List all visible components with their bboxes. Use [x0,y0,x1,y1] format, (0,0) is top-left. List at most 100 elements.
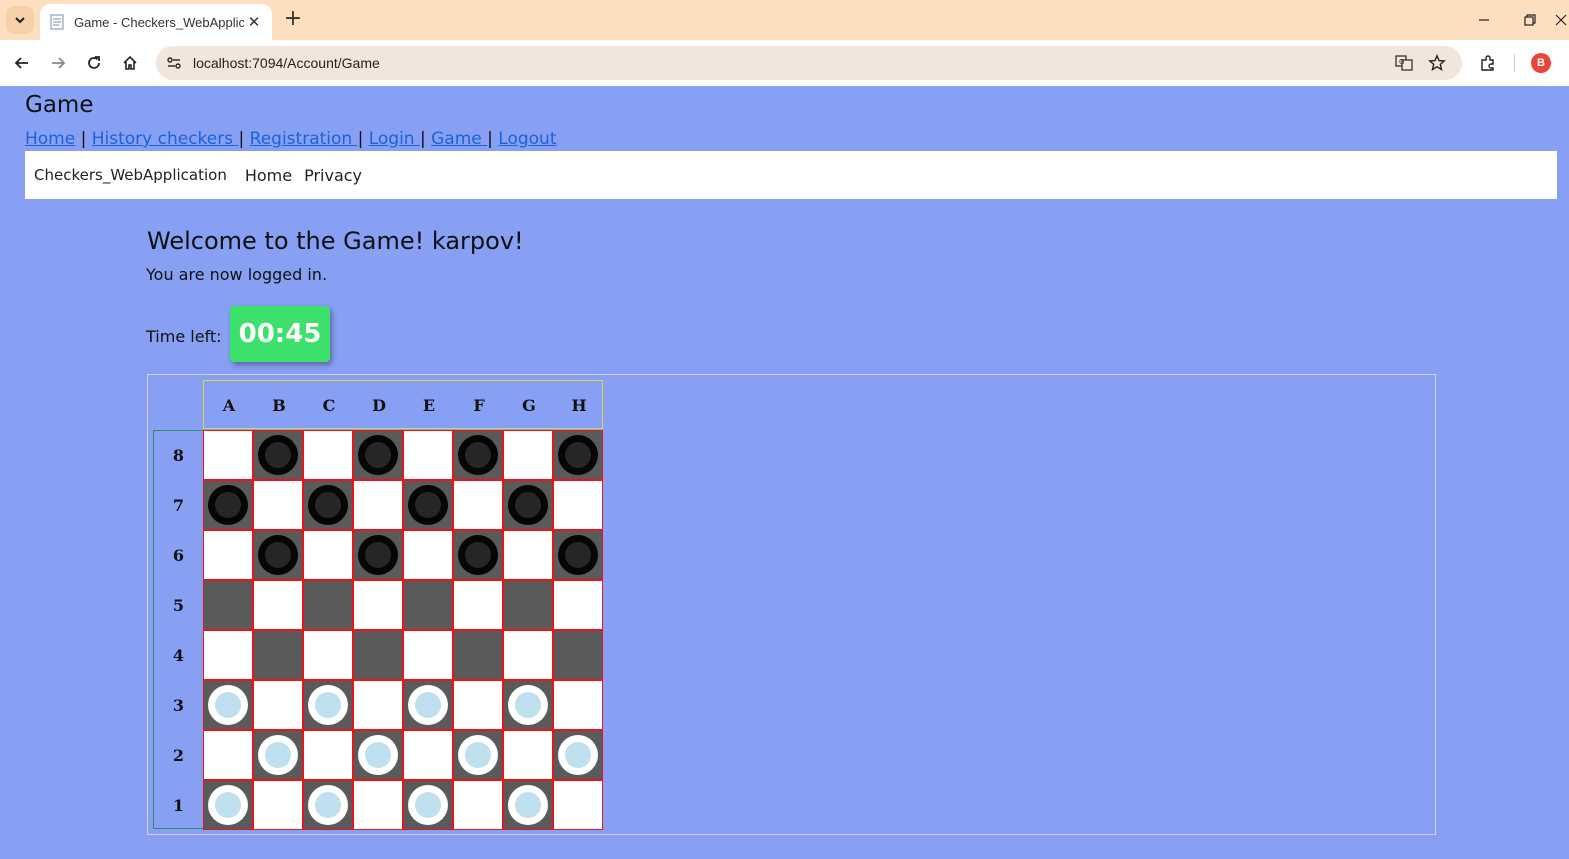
translate-icon[interactable]: G [1394,53,1414,73]
board-cell-d4[interactable] [353,630,403,680]
url-text[interactable]: localhost:7094/Account/Game [193,46,380,80]
board-cell-e1[interactable] [403,780,453,830]
white-checker-piece[interactable] [208,685,248,725]
link-home[interactable]: Home [25,129,75,149]
board-cell-d8[interactable] [353,430,403,480]
board-cell-a8[interactable] [203,430,253,480]
restore-icon[interactable] [1507,6,1553,34]
board-cell-a7[interactable] [203,480,253,530]
board-cell-f4[interactable] [453,630,503,680]
board-cell-b1[interactable] [253,780,303,830]
board-cell-f7[interactable] [453,480,503,530]
white-checker-piece[interactable] [408,685,448,725]
home-icon[interactable] [118,51,142,75]
bookmark-star-icon[interactable] [1427,53,1447,73]
white-checker-piece[interactable] [458,735,498,775]
link-login[interactable]: Login [369,129,420,149]
board-cell-b6[interactable] [253,530,303,580]
site-info-icon[interactable] [164,53,184,73]
board-cell-g1[interactable] [503,780,553,830]
white-checker-piece[interactable] [308,785,348,825]
minimize-icon[interactable] [1461,6,1507,34]
tab-search-button[interactable] [6,6,34,34]
white-checker-piece[interactable] [558,735,598,775]
board-cell-b2[interactable] [253,730,303,780]
board-cell-g8[interactable] [503,430,553,480]
reload-icon[interactable] [82,51,106,75]
back-icon[interactable] [10,51,34,75]
board-cell-e3[interactable] [403,680,453,730]
board-cell-e7[interactable] [403,480,453,530]
tab-close-icon[interactable]: ✕ [246,13,262,31]
board-cell-e5[interactable] [403,580,453,630]
board-cell-d1[interactable] [353,780,403,830]
board-cell-c5[interactable] [303,580,353,630]
black-checker-piece[interactable] [558,535,598,575]
board-cell-a6[interactable] [203,530,253,580]
black-checker-piece[interactable] [408,485,448,525]
board-cell-a3[interactable] [203,680,253,730]
board-cell-g4[interactable] [503,630,553,680]
board-cell-h3[interactable] [553,680,603,730]
link-game[interactable]: Game [431,129,487,149]
board-cell-c4[interactable] [303,630,353,680]
board-cell-h6[interactable] [553,530,603,580]
board-cell-f3[interactable] [453,680,503,730]
board-cell-h1[interactable] [553,780,603,830]
board-cell-e4[interactable] [403,630,453,680]
white-checker-piece[interactable] [258,735,298,775]
board-cell-h7[interactable] [553,480,603,530]
white-checker-piece[interactable] [408,785,448,825]
board-cell-a1[interactable] [203,780,253,830]
white-checker-piece[interactable] [208,785,248,825]
black-checker-piece[interactable] [458,435,498,475]
board-cell-a5[interactable] [203,580,253,630]
board-cell-b8[interactable] [253,430,303,480]
board-cell-f5[interactable] [453,580,503,630]
board-cell-e2[interactable] [403,730,453,780]
board-cell-g3[interactable] [503,680,553,730]
browser-tab[interactable]: Game - Checkers_WebApplication ✕ [40,4,272,40]
black-checker-piece[interactable] [458,535,498,575]
board-cell-d2[interactable] [353,730,403,780]
black-checker-piece[interactable] [258,535,298,575]
navbar-brand[interactable]: Checkers_WebApplication [34,166,227,184]
extensions-icon[interactable] [1476,51,1500,75]
board-cell-c8[interactable] [303,430,353,480]
board-cell-c6[interactable] [303,530,353,580]
board-cell-c7[interactable] [303,480,353,530]
board-cell-e6[interactable] [403,530,453,580]
black-checker-piece[interactable] [308,485,348,525]
navbar-item-home[interactable]: Home [245,166,292,185]
board-cell-h8[interactable] [553,430,603,480]
board-cell-f6[interactable] [453,530,503,580]
close-window-icon[interactable] [1553,6,1569,34]
board-cell-h4[interactable] [553,630,603,680]
forward-icon[interactable] [46,51,70,75]
address-bar[interactable]: localhost:7094/Account/Game G [156,46,1462,80]
navbar-item-privacy[interactable]: Privacy [304,166,362,185]
link-logout[interactable]: Logout [498,129,556,149]
board-cell-d5[interactable] [353,580,403,630]
board-cell-b4[interactable] [253,630,303,680]
board-cell-b7[interactable] [253,480,303,530]
new-tab-icon[interactable]: + [282,8,304,30]
link-registration[interactable]: Registration [250,129,358,149]
white-checker-piece[interactable] [308,685,348,725]
black-checker-piece[interactable] [508,485,548,525]
board-cell-b5[interactable] [253,580,303,630]
board-cell-f1[interactable] [453,780,503,830]
board-cell-d7[interactable] [353,480,403,530]
board-cell-c1[interactable] [303,780,353,830]
board-cell-g5[interactable] [503,580,553,630]
link-history-checkers[interactable]: History checkers [92,129,239,149]
black-checker-piece[interactable] [208,485,248,525]
board-cell-g2[interactable] [503,730,553,780]
board-cell-a4[interactable] [203,630,253,680]
white-checker-piece[interactable] [358,735,398,775]
board-cell-c3[interactable] [303,680,353,730]
board-cell-g6[interactable] [503,530,553,580]
board-cell-d6[interactable] [353,530,403,580]
white-checker-piece[interactable] [508,685,548,725]
board-cell-f2[interactable] [453,730,503,780]
